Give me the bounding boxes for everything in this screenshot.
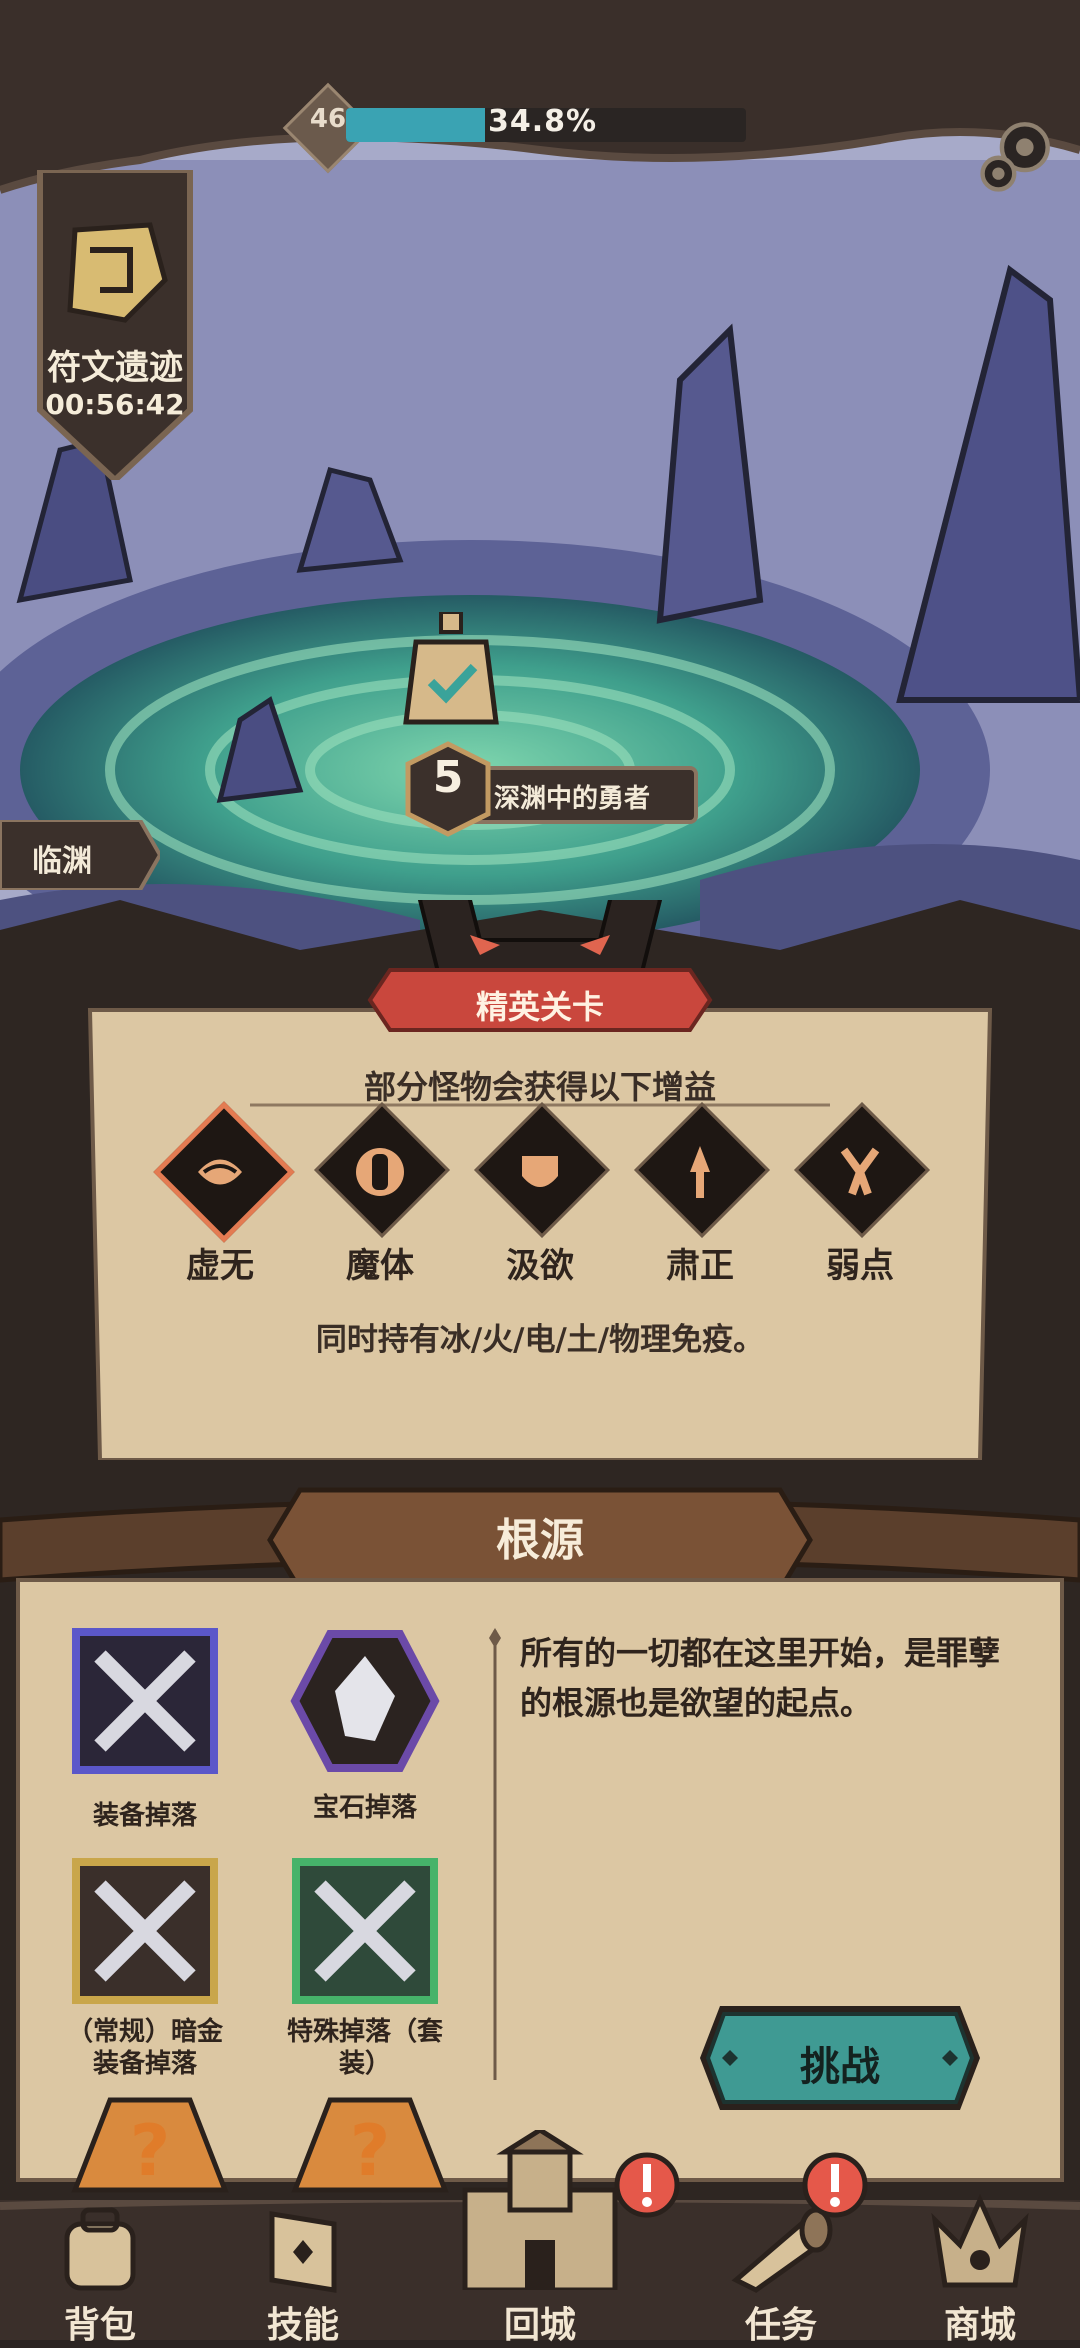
source-title: 根源	[496, 1515, 584, 1566]
void-icon	[198, 1159, 242, 1185]
drop-label: 特殊掉落（套 装）	[286, 2017, 443, 2079]
buff-label: 弱点	[826, 1246, 894, 1286]
castle-alert-icon	[614, 2152, 680, 2218]
nav-label: 回城	[503, 2305, 576, 2346]
equipment-drop-icon	[72, 1628, 218, 1774]
region-name: 临渊	[32, 844, 92, 879]
backpack-icon	[64, 2207, 136, 2291]
source-description: 所有的一切都在这里开始，是罪孽的根源也是欲望的起点。	[520, 1634, 1001, 1722]
buff-label: 虚无	[186, 1246, 254, 1286]
svg-text:?: ?	[130, 2110, 171, 2192]
nav-label: 任务	[744, 2305, 817, 2346]
nav-shop[interactable]: 商城	[905, 2193, 1055, 2346]
nav-label: 商城	[943, 2305, 1016, 2346]
elite-description: 同时持有冰/火/电/土/物理免疫。	[315, 1322, 765, 1358]
unknown-drop-icon[interactable]: ?	[290, 2090, 450, 2200]
nav-return-town[interactable]: 回城	[462, 2130, 618, 2346]
set-equipment-icon	[292, 1858, 438, 2004]
buff-label: 魔体	[346, 1246, 414, 1286]
nav-label: 背包	[63, 2305, 136, 2346]
drain-desire-icon	[522, 1156, 558, 1187]
unknown-drop-icon[interactable]: ?	[70, 2090, 230, 2200]
event-title: 符文遗迹	[47, 348, 183, 388]
cleared-flag-icon	[403, 612, 499, 725]
weakness-icon	[840, 1147, 880, 1196]
elite-stage-badge: 精英关卡	[475, 988, 604, 1026]
drop-label: 装备掉落	[92, 1801, 197, 1831]
xp-percent: 34.8%	[488, 104, 598, 139]
svg-text:?: ?	[350, 2110, 391, 2192]
nav-skills[interactable]: 技能	[228, 2200, 378, 2346]
buff-label: 肃正	[666, 1246, 734, 1286]
xp-bar-fill	[346, 108, 486, 142]
drop-label: （常规）暗金 装备掉落	[66, 2017, 223, 2079]
nav-label: 技能	[266, 2305, 339, 2346]
skill-book-icon	[269, 2211, 337, 2293]
dark-gold-equipment-icon	[72, 1858, 218, 2004]
shop-crown-icon	[931, 2193, 1029, 2288]
elite-subtitle: 部分怪物会获得以下增益	[363, 1068, 716, 1106]
quest-alert-icon	[802, 2152, 868, 2218]
challenge-label: 挑战	[800, 2044, 880, 2090]
drop-label: 宝石掉落	[312, 1793, 417, 1823]
castle-icon	[462, 2130, 618, 2290]
nav-quests[interactable]: 任务	[706, 2200, 856, 2346]
demon-body-icon	[356, 1148, 404, 1196]
buff-label: 汲欲	[506, 1246, 574, 1286]
settings-gear-icon[interactable]	[972, 112, 1060, 200]
purge-icon	[690, 1146, 710, 1198]
event-timer: 00:56:42	[45, 388, 185, 421]
gem-drop-icon	[290, 1630, 440, 1772]
rune-ruins-banner[interactable]	[30, 170, 200, 480]
stage-name: 深渊中的勇者	[494, 784, 651, 814]
nav-backpack[interactable]: 背包	[25, 2200, 175, 2346]
stage-number: 5	[432, 752, 464, 803]
